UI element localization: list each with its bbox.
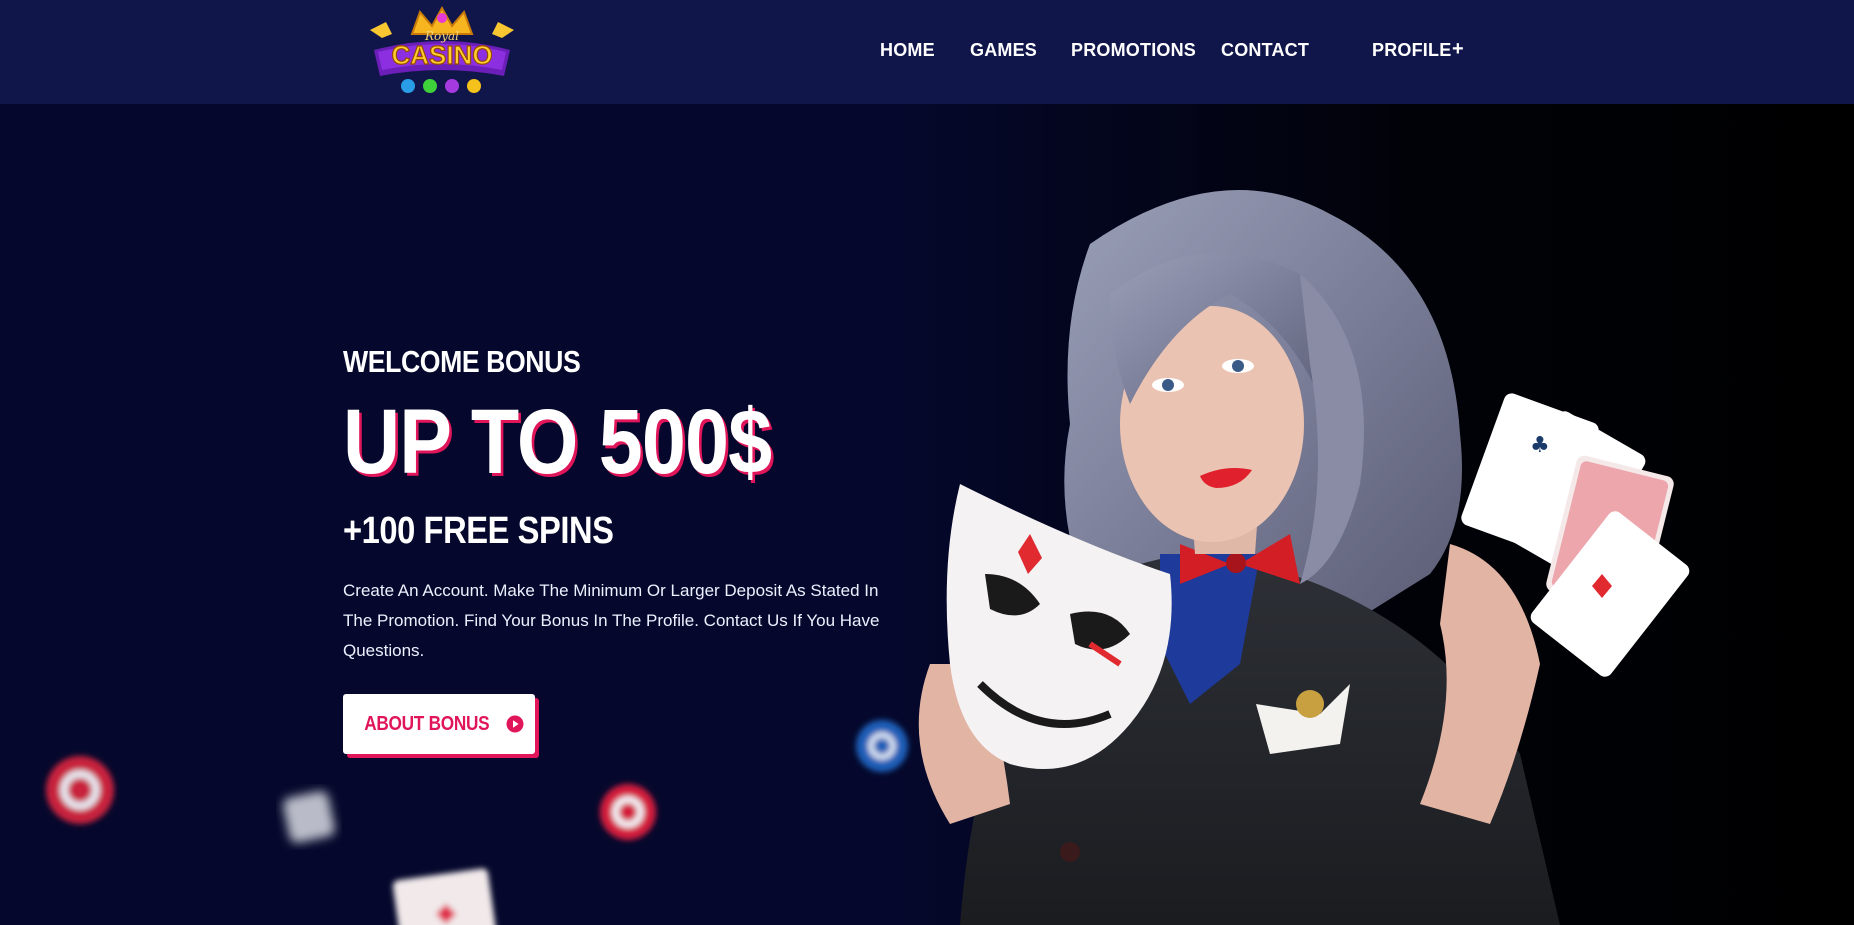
plus-icon[interactable]: + [1452, 38, 1464, 61]
play-circle-icon [506, 715, 524, 733]
nav-home[interactable]: HOME [880, 40, 935, 61]
svg-text:CASINO: CASINO [391, 40, 492, 70]
hero-section: ♣ WELCOME BONUS UP TO 500$ +100 FREE SPI… [0, 104, 1854, 925]
dice-decor [283, 791, 335, 843]
nav-contact[interactable]: CONTACT [1221, 40, 1309, 61]
woman-figure: ♣ [918, 190, 1690, 925]
nav-games[interactable]: GAMES [970, 40, 1037, 61]
card-decor [392, 868, 500, 925]
about-bonus-label: ABOUT BONUS [364, 712, 490, 735]
hero-subhead: +100 FREE SPINS [343, 510, 614, 552]
about-bonus-button[interactable]: ABOUT BONUS [343, 694, 535, 754]
nav-profile[interactable]: PROFILE [1372, 40, 1451, 61]
hero-description: Create An Account. Make The Minimum Or L… [343, 581, 880, 660]
site-header: Royal CASINO HOME GAMES PROMOTIONS CONTA… [0, 0, 1854, 104]
nav-promotions[interactable]: PROMOTIONS [1071, 40, 1196, 61]
svg-text:♣: ♣ [1530, 433, 1550, 458]
hero-photo: ♣ [46, 190, 1690, 925]
hero-headline: UP TO 500$ [343, 391, 772, 493]
hero-eyebrow: WELCOME BONUS [343, 344, 581, 379]
logo-icon: Royal CASINO [370, 5, 514, 93]
royal-casino-logo[interactable]: Royal CASINO [364, 4, 520, 100]
